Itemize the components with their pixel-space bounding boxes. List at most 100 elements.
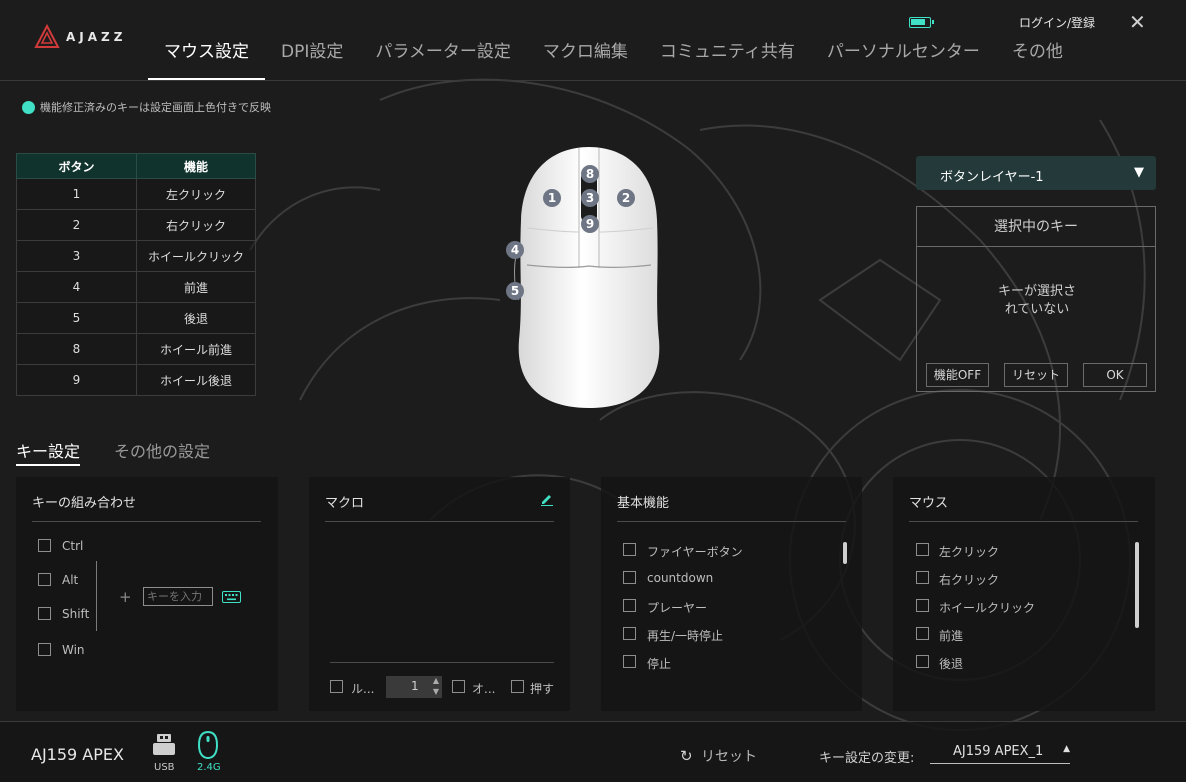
loop-count-stepper[interactable]: 1 ▲ ▼ [386, 676, 442, 698]
mouse-item-checkbox[interactable] [916, 571, 929, 584]
table-cell: 左クリック [136, 178, 256, 210]
tab-macro-edit[interactable]: マクロ編集 [527, 40, 644, 80]
keyboard-icon[interactable] [222, 591, 241, 603]
table-cell: 9 [16, 364, 137, 396]
stepper-up-icon[interactable]: ▲ [433, 676, 439, 686]
usb-receiver-icon[interactable] [151, 732, 177, 758]
ctrl-label: Ctrl [62, 539, 84, 553]
divider [909, 521, 1138, 522]
basic-item-label: 再生/一時停止 [647, 629, 724, 643]
mouse-item-label: 右クリック [939, 573, 1000, 587]
button-layer-value: ボタンレイヤー-1 [940, 170, 1044, 185]
divider [330, 662, 554, 663]
tab-personal-center[interactable]: パーソナルセンター [811, 40, 996, 80]
basic-item-label: countdown [647, 571, 714, 585]
function-off-button[interactable]: 機能OFF [926, 363, 989, 387]
table-row[interactable]: 9 ホイール後退 [16, 364, 256, 396]
marker-button-2[interactable]: 2 [617, 189, 635, 207]
tab-other-settings[interactable]: その他の設定 [114, 438, 210, 466]
tab-parameter-settings[interactable]: パラメーター設定 [359, 40, 527, 80]
table-row[interactable]: 3 ホイールクリック [16, 240, 256, 272]
shift-label: Shift [62, 607, 90, 621]
divider [32, 521, 261, 522]
tab-other[interactable]: その他 [996, 40, 1079, 80]
table-cell: ホイール後退 [136, 364, 256, 396]
login-link[interactable]: ログイン/登録 [1019, 14, 1095, 31]
tab-mouse-settings[interactable]: マウス設定 [148, 40, 265, 80]
table-row[interactable]: 8 ホイール前進 [16, 333, 256, 365]
basic-item-checkbox[interactable] [623, 627, 636, 640]
macro-title: マクロ [325, 496, 365, 511]
tab-dpi-settings[interactable]: DPI設定 [265, 40, 359, 80]
stepper-down-icon[interactable]: ▼ [433, 687, 439, 697]
basic-functions-title: 基本機能 [617, 496, 670, 511]
selected-key-title: 選択中のキー [917, 207, 1155, 247]
ok-button[interactable]: OK [1083, 363, 1147, 387]
profile-dropdown[interactable]: AJ159 APEX_1 ▲ [930, 744, 1070, 764]
press-checkbox[interactable] [511, 680, 524, 693]
key-combination-panel: キーの組み合わせ Ctrl Alt Shift Win + [16, 477, 278, 711]
table-cell: 後退 [136, 302, 256, 334]
button-layer-dropdown[interactable]: ボタンレイヤー-1 ▼ [916, 156, 1156, 190]
modified-key-notice: 機能修正済みのキーは設定画面上色付きで反映 [22, 99, 271, 115]
scrollbar-thumb[interactable] [843, 542, 847, 564]
basic-item-checkbox[interactable] [623, 655, 636, 668]
loop-count-value: 1 [411, 679, 419, 693]
table-cell: 5 [16, 302, 137, 334]
table-row[interactable]: 4 前進 [16, 271, 256, 303]
mouse-item-checkbox[interactable] [916, 543, 929, 556]
caret-up-icon: ▲ [1063, 744, 1070, 754]
tab-key-settings[interactable]: キー設定 [16, 438, 81, 466]
basic-functions-panel: 基本機能 ファイヤーボタン countdown プレーヤー 再生/一時停止 停止 [601, 477, 862, 711]
table-row[interactable]: 2 右クリック [16, 209, 256, 241]
footer-bar: AJ159 APEX USB 2.4G ↻ リセット キー設定の変更: AJ15… [0, 721, 1186, 782]
table-cell: 3 [16, 240, 137, 272]
marker-button-3[interactable]: 3 [581, 189, 599, 207]
basic-item-checkbox[interactable] [623, 571, 636, 584]
table-cell: 1 [16, 178, 137, 210]
win-label: Win [62, 643, 85, 657]
column-header-function: 機能 [136, 153, 256, 179]
edit-pencil-icon[interactable] [540, 492, 554, 506]
macro-panel: マクロ ル... 1 ▲ ▼ オ... 押す [309, 477, 570, 711]
reset-label: リセット [701, 749, 758, 765]
no-key-selected-text: キーが選択さ れていない [977, 283, 1097, 319]
wireless-mouse-icon[interactable] [198, 731, 218, 759]
mouse-item-checkbox[interactable] [916, 655, 929, 668]
scrollbar-thumb[interactable] [1135, 542, 1139, 628]
marker-button-1[interactable]: 1 [543, 189, 561, 207]
marker-button-9[interactable]: 9 [581, 215, 599, 233]
profile-value: AJ159 APEX_1 [953, 744, 1044, 759]
tab-community-share[interactable]: コミュニティ共有 [644, 40, 811, 80]
main-nav: マウス設定 DPI設定 パラメーター設定 マクロ編集 コミュニティ共有 パーソナ… [148, 40, 1079, 80]
accent-dot-icon [22, 100, 35, 114]
selected-key-panel: 選択中のキー キーが選択さ れていない 機能OFF リセット OK [916, 206, 1156, 392]
table-row[interactable]: 1 左クリック [16, 178, 256, 210]
reset-key-button[interactable]: リセット [1004, 363, 1068, 387]
table-cell: 前進 [136, 271, 256, 303]
key-input-field[interactable] [143, 587, 213, 606]
mouse-item-checkbox[interactable] [916, 627, 929, 640]
marker-button-8[interactable]: 8 [581, 165, 599, 183]
device-name: AJ159 APEX [31, 745, 124, 764]
reset-settings-link[interactable]: ↻ リセット [680, 746, 757, 766]
mouse-item-label: ホイールクリック [939, 601, 1036, 615]
win-checkbox[interactable] [38, 643, 51, 656]
mouse-item-label: 前進 [939, 629, 964, 643]
basic-item-label: 停止 [647, 657, 672, 671]
table-row[interactable]: 5 後退 [16, 302, 256, 334]
mouse-item-checkbox[interactable] [916, 599, 929, 612]
no-key-selected-line-2: れていない [1004, 302, 1070, 317]
marker-button-5[interactable]: 5 [506, 282, 524, 300]
brand-logo-text: AJAZZ [66, 30, 127, 44]
close-icon[interactable]: ✕ [1129, 12, 1146, 32]
other-label: オ... [472, 682, 496, 696]
alt-checkbox[interactable] [38, 573, 51, 586]
basic-item-checkbox[interactable] [623, 543, 636, 556]
basic-item-checkbox[interactable] [623, 599, 636, 612]
ctrl-checkbox[interactable] [38, 539, 51, 552]
shift-checkbox[interactable] [38, 607, 51, 620]
loop-checkbox[interactable] [330, 680, 343, 693]
other-checkbox[interactable] [452, 680, 465, 693]
marker-button-4[interactable]: 4 [506, 241, 524, 259]
